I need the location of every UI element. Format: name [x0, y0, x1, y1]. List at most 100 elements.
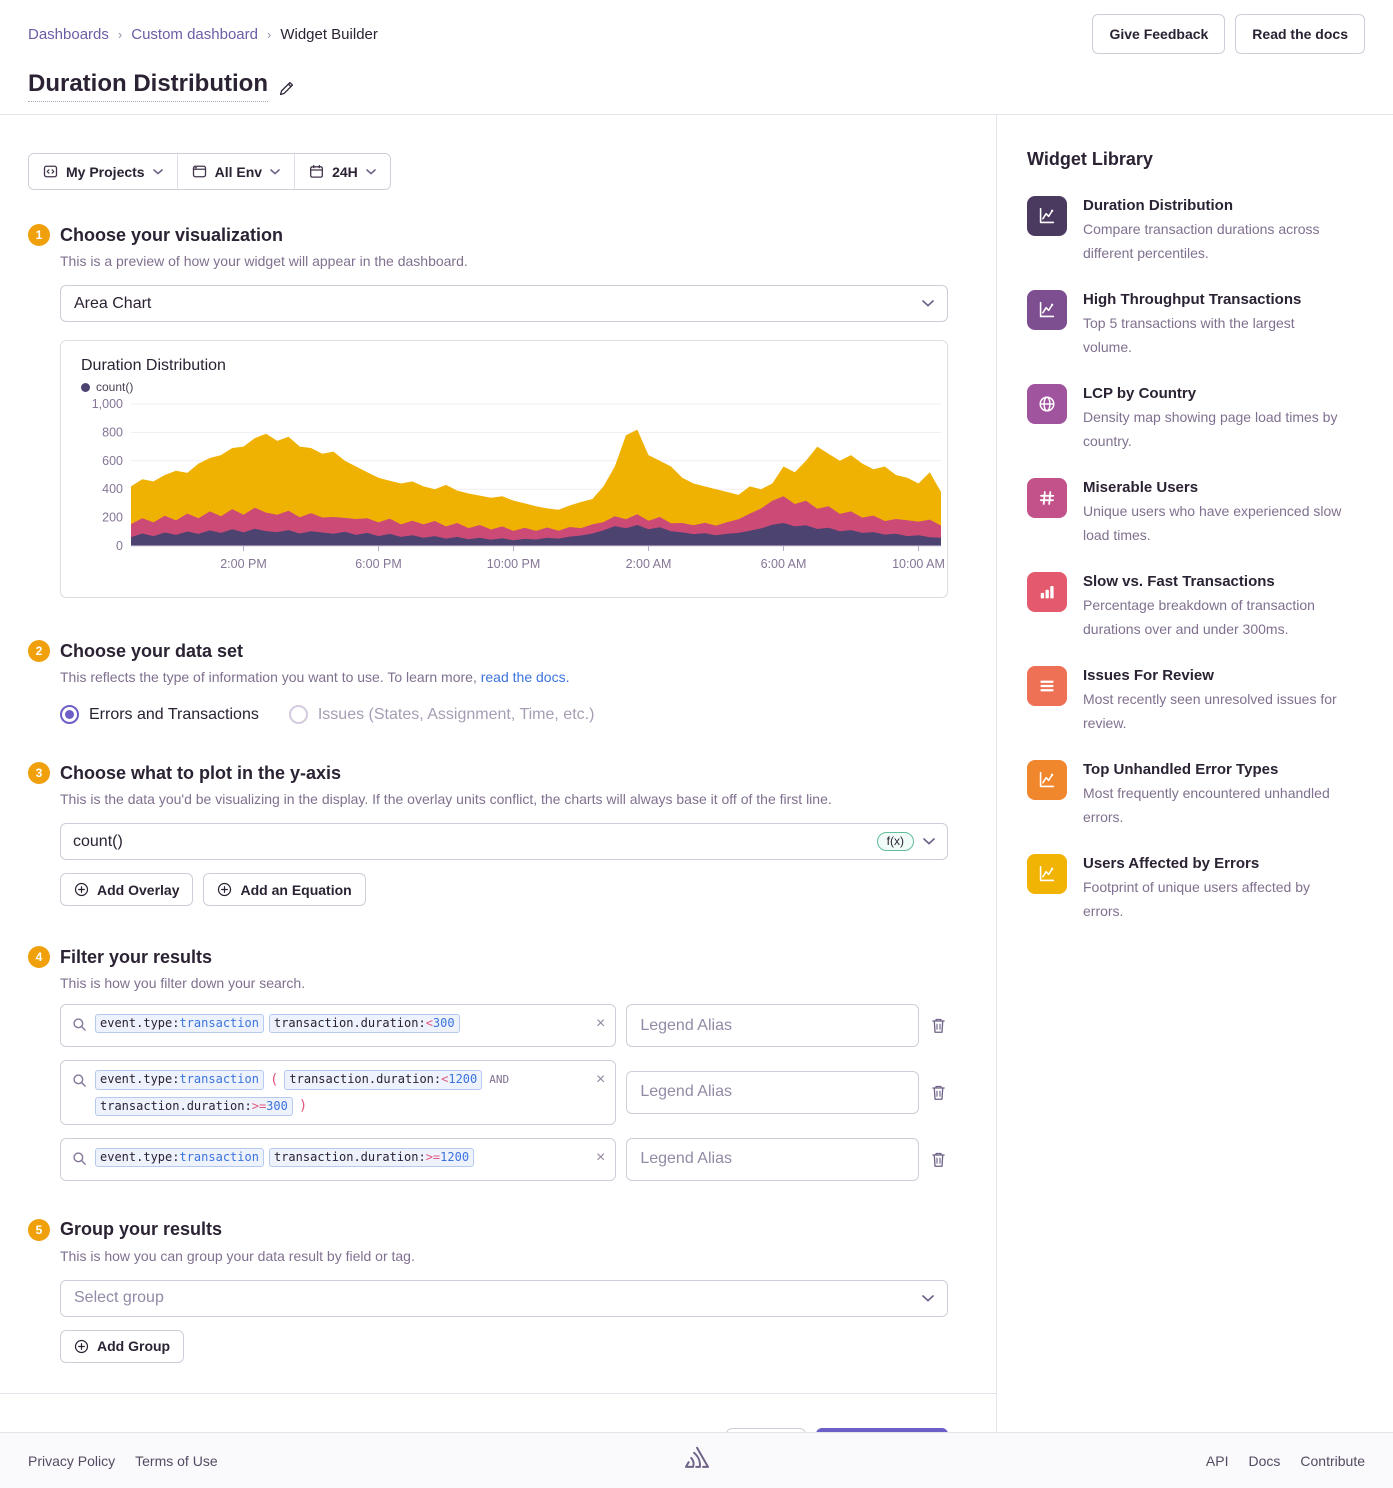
search-conditions-input[interactable]: event.type:transaction transaction.durati… [60, 1138, 616, 1181]
widget-library-item[interactable]: High Throughput TransactionsTop 5 transa… [1027, 290, 1369, 359]
search-token[interactable]: event.type:transaction [95, 1070, 264, 1089]
widget-library-item-description: Compare transaction durations across dif… [1083, 218, 1345, 265]
search-token[interactable]: event.type:transaction [95, 1148, 264, 1167]
time-range-filter[interactable]: 24H [294, 154, 390, 189]
read-the-docs-link[interactable]: read the docs. [481, 669, 570, 685]
search-conditions-input[interactable]: event.type:transaction ( transaction.durat… [60, 1060, 616, 1125]
step-subtitle: This is the data you'd be visualizing in… [60, 791, 948, 807]
step-subtitle: This reflects the type of information yo… [60, 669, 948, 685]
search-token[interactable]: event.type:transaction [95, 1014, 264, 1033]
step-number-badge: 2 [28, 640, 50, 662]
chart-legend[interactable]: count() [81, 380, 937, 394]
step-group: 5 Group your results This is how you can… [28, 1219, 948, 1363]
widget-library-item[interactable]: Top Unhandled Error TypesMost frequently… [1027, 760, 1369, 829]
svg-text:10:00 AM: 10:00 AM [892, 557, 945, 571]
chart-line-icon [1027, 854, 1067, 894]
widget-library-item-name: LCP by Country [1083, 384, 1345, 402]
widget-library-item-description: Most recently seen unresolved issues for… [1083, 688, 1345, 735]
search-token[interactable]: transaction.duration:>=1200 [269, 1148, 474, 1167]
widget-library-item-description: Unique users who have experienced slow l… [1083, 500, 1345, 547]
contribute-link[interactable]: Contribute [1300, 1453, 1365, 1469]
footer-right-links: API Docs Contribute [1206, 1453, 1365, 1469]
widget-library-item-name: Duration Distribution [1083, 196, 1345, 214]
delete-filter-button[interactable] [929, 1082, 948, 1103]
yaxis-field-select[interactable]: count() f(x) [60, 823, 948, 860]
widget-library-item-description: Top 5 transactions with the largest volu… [1083, 312, 1345, 359]
privacy-policy-link[interactable]: Privacy Policy [28, 1453, 115, 1469]
delete-filter-button[interactable] [929, 1015, 948, 1036]
globe-icon [1027, 384, 1067, 424]
docs-link[interactable]: Docs [1249, 1453, 1281, 1469]
group-select-placeholder: Select group [74, 1289, 922, 1307]
svg-text:0: 0 [116, 539, 123, 553]
step-subtitle: This is a preview of how your widget wil… [60, 253, 948, 269]
chevron-down-icon [366, 169, 376, 175]
clear-search-icon[interactable]: × [596, 1150, 605, 1166]
widget-library-item[interactable]: Duration Distribution Compare transaction… [1027, 196, 1369, 265]
give-feedback-button[interactable]: Give Feedback [1092, 14, 1225, 54]
widget-library-item[interactable]: Miserable UsersUnique users who have exp… [1027, 478, 1369, 547]
delete-filter-button[interactable] [929, 1149, 948, 1170]
environment-filter[interactable]: All Env [177, 154, 294, 189]
step-number-badge: 3 [28, 762, 50, 784]
chart-line-icon [1027, 290, 1067, 330]
widget-library-item[interactable]: Users Affected by ErrorsFootprint of uni… [1027, 854, 1369, 923]
visualization-select[interactable]: Area Chart [60, 285, 948, 322]
widget-library-item[interactable]: LCP by Country Density map showing page l… [1027, 384, 1369, 453]
widget-library-item[interactable]: Issues For ReviewMost recently seen unre… [1027, 666, 1369, 735]
plus-circle-icon [74, 1339, 89, 1354]
clear-search-icon[interactable]: × [596, 1072, 605, 1088]
widget-library-item-description: Density map showing page load times by c… [1083, 406, 1345, 453]
chart-title: Duration Distribution [81, 357, 937, 375]
svg-text:1,000: 1,000 [92, 397, 123, 411]
function-badge: f(x) [877, 832, 914, 851]
clear-search-icon[interactable]: × [596, 1016, 605, 1032]
search-token[interactable]: transaction.duration:<300 [269, 1014, 460, 1033]
hash-icon [1027, 478, 1067, 518]
group-select[interactable]: Select group [60, 1280, 948, 1317]
radio-issues[interactable]: Issues (States, Assignment, Time, etc.) [289, 705, 595, 724]
search-token[interactable]: transaction.duration:>=300 [95, 1097, 293, 1116]
widget-library-panel: Widget Library Duration DistributionComp… [997, 115, 1393, 1432]
radio-errors-and-transactions[interactable]: Errors and Transactions [60, 705, 259, 724]
legend-alias-input[interactable] [626, 1004, 919, 1047]
read-the-docs-button[interactable]: Read the docs [1235, 14, 1365, 54]
chevron-down-icon [923, 838, 935, 845]
terms-of-use-link[interactable]: Terms of Use [135, 1453, 217, 1469]
chevron-down-icon [270, 169, 280, 175]
breadcrumb-custom-dashboard[interactable]: Custom dashboard [131, 26, 258, 43]
svg-text:6:00 PM: 6:00 PM [355, 557, 402, 571]
breadcrumb-widget-builder: Widget Builder [280, 26, 378, 43]
widget-library-item[interactable]: Slow vs. Fast TransactionsPercentage bre… [1027, 572, 1369, 641]
add-overlay-button[interactable]: Add Overlay [60, 873, 193, 906]
breadcrumb-dashboards[interactable]: Dashboards [28, 26, 109, 43]
edit-title-icon[interactable] [278, 80, 295, 97]
add-equation-button[interactable]: Add an Equation [203, 873, 365, 906]
api-link[interactable]: API [1206, 1453, 1229, 1469]
step-title: Choose your data set [60, 641, 243, 662]
filter-row: event.type:transaction transaction.durati… [60, 1004, 948, 1047]
step-title: Choose your visualization [60, 225, 283, 246]
step-yaxis: 3 Choose what to plot in the y-axis This… [28, 762, 948, 906]
chevron-down-icon [922, 1295, 934, 1302]
sentry-logo-icon[interactable] [683, 1445, 710, 1470]
boolean-operator: AND [487, 1072, 511, 1088]
project-filter-label: My Projects [66, 164, 145, 180]
paren-token: ( [269, 1070, 279, 1090]
step-number-badge: 5 [28, 1219, 50, 1241]
search-icon [72, 1017, 87, 1032]
project-filter[interactable]: My Projects [29, 154, 177, 189]
widget-preview-panel: Duration Distribution count() 0200400600… [60, 340, 948, 598]
svg-text:2:00 AM: 2:00 AM [626, 557, 672, 571]
legend-alias-input[interactable] [626, 1138, 919, 1181]
widget-library-item-name: Slow vs. Fast Transactions [1083, 572, 1345, 590]
form-actions: Cancel Update Widget [0, 1393, 996, 1432]
chevron-down-icon [922, 300, 934, 307]
radio-label: Issues (States, Assignment, Time, etc.) [318, 706, 595, 724]
widget-library-item-name: Users Affected by Errors [1083, 854, 1345, 872]
search-conditions-input[interactable]: event.type:transaction transaction.durati… [60, 1004, 616, 1047]
time-range-label: 24H [332, 164, 358, 180]
legend-alias-input[interactable] [626, 1071, 919, 1114]
add-group-button[interactable]: Add Group [60, 1330, 184, 1363]
search-token[interactable]: transaction.duration:<1200 [284, 1070, 482, 1089]
